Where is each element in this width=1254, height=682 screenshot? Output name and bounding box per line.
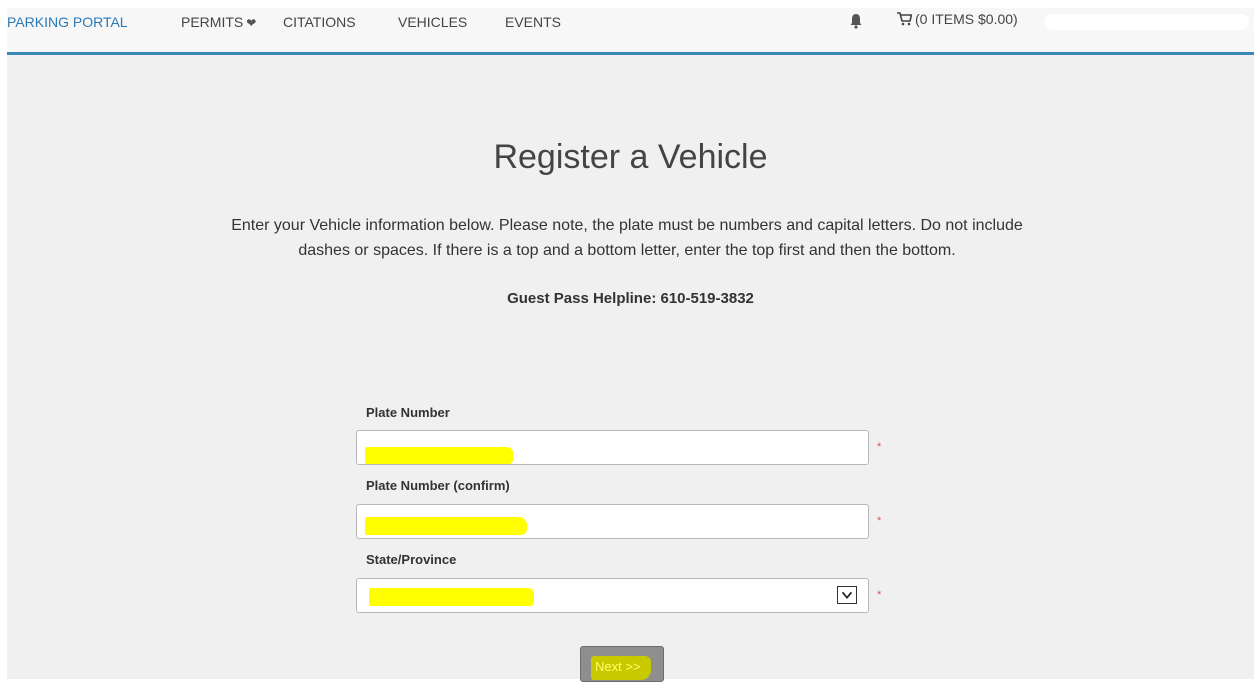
instructions-text: Enter your Vehicle information below. Pl… [231,217,1023,259]
required-marker: * [877,515,882,527]
heart-icon: ❤ [246,16,257,30]
next-button[interactable]: Next >> [580,646,664,682]
top-nav: PARKING PORTAL PERMITS ❤ CITATIONS VEHICL… [7,8,1254,55]
nav-brand-link[interactable]: PARKING PORTAL [7,14,128,30]
redaction-highlight [369,588,534,606]
required-marker: * [877,589,882,601]
plate-number-confirm-label: Plate Number (confirm) [366,478,510,493]
chevron-down-icon[interactable] [837,586,857,604]
state-province-select[interactable] [356,578,869,613]
nav-citations-link[interactable]: CITATIONS [283,14,356,30]
nav-vehicles-link[interactable]: VEHICLES [398,14,467,30]
user-menu-redacted[interactable] [1044,14,1249,30]
plate-number-confirm-field[interactable] [356,504,869,539]
state-province-label: State/Province [366,552,457,567]
helpline-text: Guest Pass Helpline: 610-519-3832 [507,290,754,307]
plate-number-field[interactable] [356,430,869,465]
cart-icon [897,12,912,26]
cart-summary: (0 ITEMS $0.00) [915,11,1018,27]
page-title: Register a Vehicle [493,138,768,176]
plate-number-confirm-input[interactable] [357,505,868,538]
cart-link[interactable]: (0 ITEMS $0.00) [897,11,1018,27]
nav-permits-menu[interactable]: PERMITS ❤ [181,14,256,30]
page: PARKING PORTAL PERMITS ❤ CITATIONS VEHICL… [7,8,1254,682]
next-button-label: Next >> [595,659,641,674]
plate-number-label: Plate Number [366,405,450,420]
required-marker: * [877,441,882,453]
nav-permits-label: PERMITS [181,14,244,30]
nav-events-link[interactable]: EVENTS [505,14,561,30]
plate-number-input[interactable] [357,431,868,464]
bell-icon[interactable] [849,13,863,29]
